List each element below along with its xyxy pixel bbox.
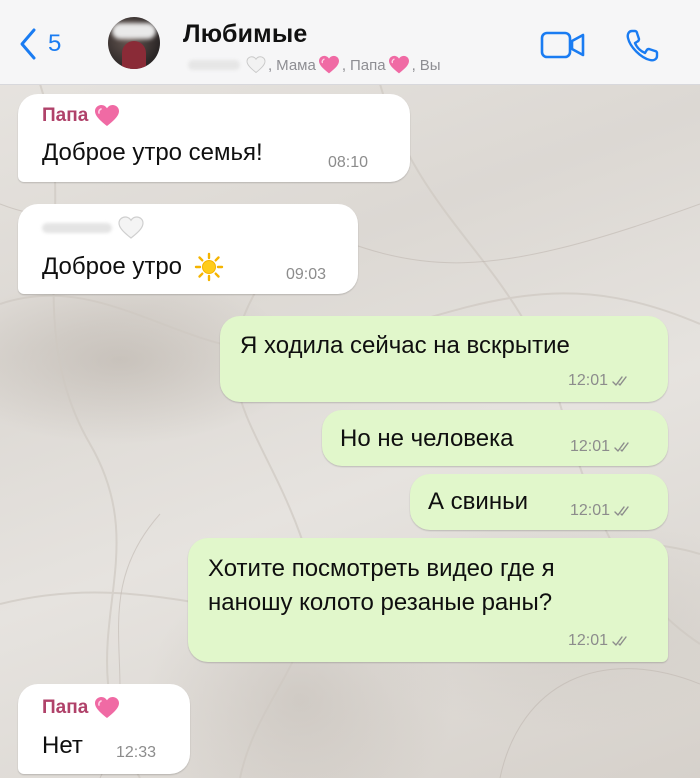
- member-you: Вы: [419, 56, 441, 74]
- message-time: 08:10: [328, 154, 369, 171]
- message-bubble-incoming[interactable]: Доброе утро 09:03: [18, 204, 358, 294]
- message-bubble-outgoing[interactable]: А свиньи 12:01: [410, 474, 668, 530]
- message-text: А свиньи: [428, 488, 528, 515]
- message-text: Доброе утро семья!: [42, 139, 263, 166]
- member-mama: Мама: [276, 56, 316, 74]
- back-button[interactable]: 5: [18, 24, 61, 64]
- sender-name: Папа: [42, 697, 89, 718]
- sun-icon: [194, 252, 224, 282]
- redacted-name: [188, 60, 240, 70]
- white-heart-icon: [246, 56, 266, 74]
- message-text: Доброе утро: [42, 253, 183, 280]
- message-time: 12:01: [568, 372, 609, 389]
- message-time: 12:01: [568, 632, 609, 649]
- sender-name: Папа: [42, 105, 89, 126]
- message-bubble-outgoing[interactable]: Хотите посмотреть видео где я наношу кол…: [188, 538, 668, 662]
- message-bubble-outgoing[interactable]: Но не человека 12:01: [322, 410, 668, 466]
- message-text-line: Хотите посмотреть видео где я: [208, 555, 555, 582]
- message-time: 12:33: [116, 744, 157, 761]
- double-check-icon: [614, 442, 629, 452]
- unread-count: 5: [48, 30, 62, 57]
- chevron-left-icon: [20, 28, 36, 60]
- message-time: 09:03: [286, 266, 327, 283]
- double-check-icon: [612, 376, 627, 386]
- video-camera-icon[interactable]: [540, 30, 586, 60]
- chat-header: 5 Любимые , Мама , Папа , Вы: [0, 0, 700, 85]
- message-bubble-outgoing[interactable]: Я ходила сейчас на вскрытие 12:01: [220, 316, 668, 402]
- message-text: Нет: [42, 732, 83, 759]
- double-check-icon: [612, 636, 627, 646]
- white-heart-icon: [118, 216, 144, 239]
- chat-title[interactable]: Любимые: [183, 20, 308, 49]
- pink-heart-icon: [388, 55, 409, 74]
- group-avatar[interactable]: [108, 17, 160, 69]
- phone-icon[interactable]: [624, 28, 660, 64]
- member-papa: Папа: [350, 56, 386, 74]
- double-check-icon: [614, 506, 629, 516]
- pink-heart-icon: [95, 697, 120, 718]
- pink-heart-icon: [318, 55, 339, 74]
- message-text-line: наношу колото резаные раны?: [208, 589, 553, 616]
- pink-heart-icon: [95, 105, 120, 126]
- message-time: 12:01: [570, 438, 611, 455]
- message-time: 12:01: [570, 502, 611, 519]
- message-text: Я ходила сейчас на вскрытие: [240, 332, 570, 359]
- group-members: , Мама , Папа , Вы: [188, 55, 443, 75]
- message-text: Но не человека: [340, 425, 514, 452]
- message-bubble-incoming[interactable]: Папа Нет 12:33: [18, 684, 190, 774]
- message-bubble-incoming[interactable]: Папа Доброе утро семья! 08:10: [18, 94, 410, 182]
- redacted-sender-name: [42, 223, 112, 233]
